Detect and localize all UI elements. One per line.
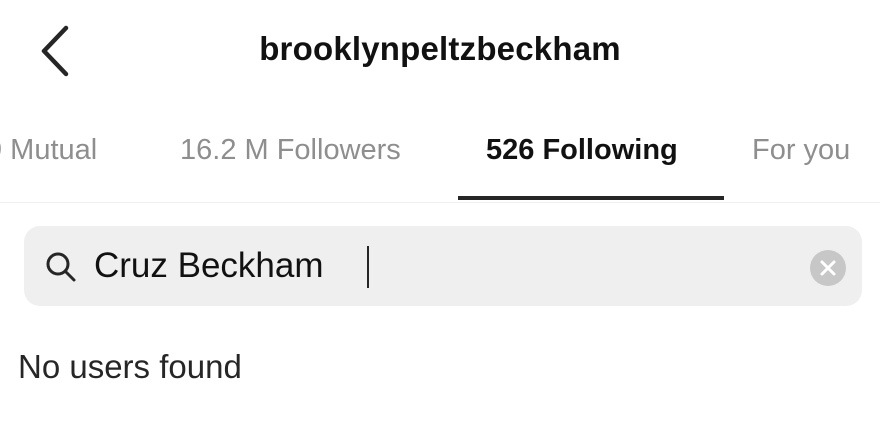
text-cursor — [367, 246, 369, 288]
tab-for-you[interactable]: For you — [752, 134, 850, 167]
search-input[interactable] — [94, 238, 794, 294]
tab-following[interactable]: 526 Following — [486, 134, 678, 167]
tab-followers[interactable]: 16.2 M Followers — [180, 134, 401, 167]
clear-icon — [820, 260, 836, 276]
tab-mutual[interactable]: 9 Mutual — [0, 134, 97, 167]
profile-username: brooklynpeltzbeckham — [259, 30, 621, 67]
search-icon — [46, 252, 76, 282]
follow-tabs: 9 Mutual 16.2 M Followers 526 Following … — [0, 104, 880, 203]
following-screen: brooklynpeltzbeckham 9 Mutual 16.2 M Fol… — [0, 0, 880, 428]
search-bar[interactable] — [24, 226, 862, 306]
header: brooklynpeltzbeckham — [0, 0, 880, 104]
active-tab-indicator — [458, 196, 724, 200]
clear-search-button[interactable] — [810, 250, 846, 286]
no-results-message: No users found — [18, 348, 242, 385]
